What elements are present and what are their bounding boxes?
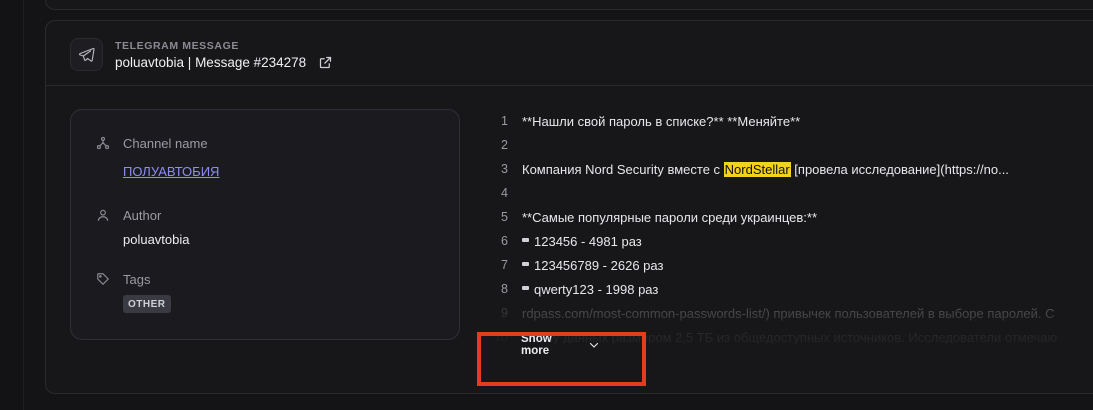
- channel-name-link[interactable]: ПОЛУАВТОБИЯ: [123, 164, 219, 179]
- chevron-down-icon: [588, 339, 600, 351]
- code-line: 5 **Самые популярные пароли среди украин…: [482, 205, 1093, 229]
- line-text-part: 123456 - 4981 раз: [534, 233, 642, 249]
- line-text: **Нашли свой пароль в списке?** **Меняйт…: [522, 113, 801, 129]
- line-number: 2: [501, 138, 508, 152]
- show-more-button[interactable]: Show more: [476, 329, 600, 361]
- code-line: 9 rdpass.com/most-common-passwords-list/…: [482, 301, 1093, 325]
- line-number: 1: [501, 114, 508, 128]
- author-value: poluavtobia: [123, 232, 190, 247]
- tags-label: Tags: [123, 272, 151, 287]
- card-header: TELEGRAM MESSAGE poluavtobia | Message #…: [46, 21, 1093, 86]
- show-more-label: Show more: [521, 333, 552, 357]
- channel-name-label: Channel name: [123, 136, 208, 151]
- left-rail: [0, 0, 24, 410]
- telegram-plane-icon: [70, 38, 103, 71]
- message-title: poluavtobia | Message #234278: [115, 55, 307, 70]
- metadata-panel: Channel name ПОЛУАВТОБИЯ Author poluavto…: [70, 109, 460, 340]
- code-line: 1 **Нашли свой пароль в списке?** **Меня…: [482, 109, 1093, 133]
- line-text-part: [провела исследование](https://no...: [790, 161, 1009, 177]
- line-text: **Самые популярные пароли среди украинце…: [522, 209, 818, 225]
- square-bullet-icon: [522, 262, 529, 267]
- network-icon: [96, 136, 110, 150]
- code-line: 2: [482, 133, 1093, 157]
- line-number: 5: [501, 210, 508, 224]
- line-text: 123456 - 4981 раз: [522, 234, 642, 249]
- line-number: 9: [501, 306, 508, 320]
- tag-chip[interactable]: OTHER: [123, 295, 171, 313]
- line-number: 7: [501, 258, 508, 272]
- line-text: qwerty123 - 1998 раз: [522, 282, 658, 297]
- message-kind-label: TELEGRAM MESSAGE: [115, 40, 239, 52]
- code-line: 3 Компания Nord Security вместе с NordSt…: [482, 157, 1093, 181]
- external-link-icon[interactable]: [318, 55, 333, 70]
- square-bullet-icon: [522, 286, 529, 291]
- author-label: Author: [123, 208, 162, 223]
- line-text-part: 123456789 - 2626 раз: [534, 257, 664, 273]
- code-line: 7 123456789 - 2626 раз: [482, 253, 1093, 277]
- code-line: 8 qwerty123 - 1998 раз: [482, 277, 1093, 301]
- line-number: 4: [501, 186, 508, 200]
- line-text: rdpass.com/most-common-passwords-list/) …: [522, 305, 1055, 321]
- code-line: 4: [482, 181, 1093, 205]
- line-text: 123456789 - 2626 раз: [522, 258, 663, 273]
- message-title-row: poluavtobia | Message #234278: [115, 55, 333, 70]
- code-line: 6 123456 - 4981 раз: [482, 229, 1093, 253]
- line-number: 6: [501, 234, 508, 248]
- line-text-part: qwerty123 - 1998 раз: [534, 281, 659, 297]
- previous-card-edge: [45, 0, 1093, 10]
- line-number: 3: [501, 162, 508, 176]
- square-bullet-icon: [522, 238, 529, 243]
- line-number: 8: [501, 282, 508, 296]
- user-icon: [96, 208, 110, 222]
- line-text: Компания Nord Security вместе с NordStel…: [522, 161, 1009, 177]
- search-highlight: NordStellar: [723, 161, 791, 177]
- line-text: и базу данных размером 2,5 ТБ из общедос…: [522, 329, 1058, 345]
- line-text-part: Компания Nord Security вместе с: [522, 161, 724, 177]
- tag-icon: [96, 272, 110, 286]
